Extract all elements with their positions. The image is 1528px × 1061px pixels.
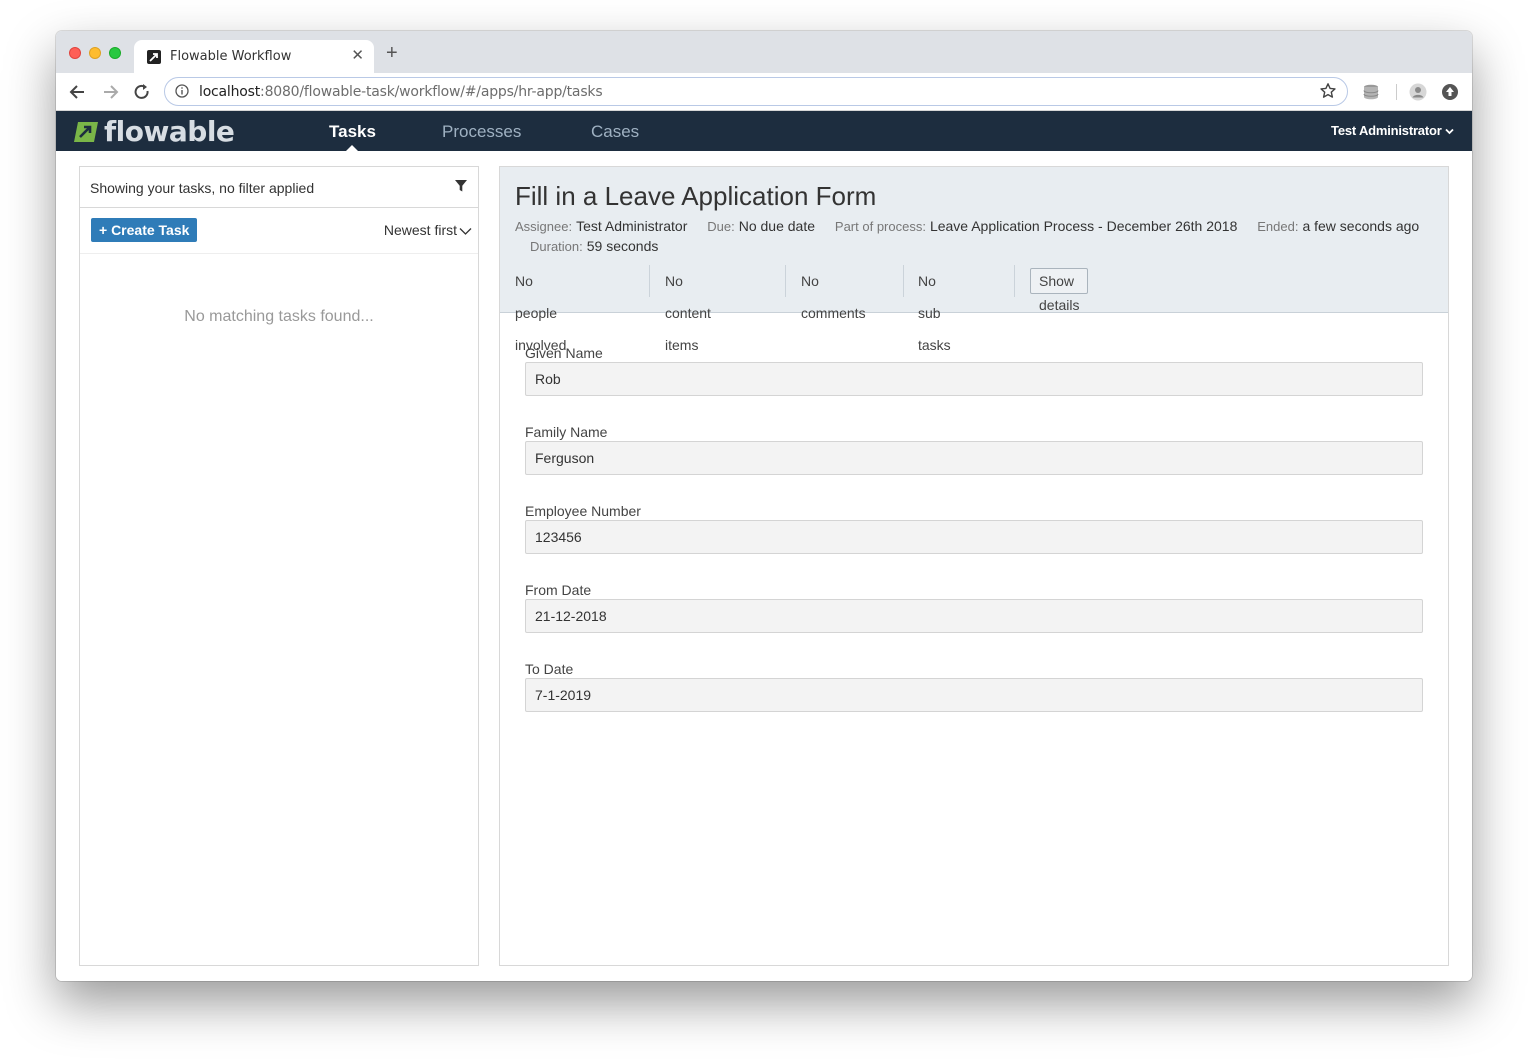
- flowable-favicon-icon: [147, 50, 161, 64]
- forward-arrow-icon[interactable]: [100, 82, 120, 102]
- chevron-down-icon: [1445, 128, 1454, 135]
- url-path: :8080/flowable-task/workflow/#/apps/hr-a…: [260, 84, 603, 100]
- address-bar[interactable]: localhost:8080/flowable-task/workflow/#/…: [164, 77, 1348, 106]
- process-label: Part of process:: [834, 219, 926, 234]
- url-text: localhost:8080/flowable-task/workflow/#/…: [199, 84, 603, 100]
- ended-label: Ended:: [1257, 219, 1299, 234]
- user-menu[interactable]: Test Administrator: [1331, 123, 1454, 138]
- task-list-toolbar: + Create Task Newest first: [80, 208, 478, 254]
- user-name: Test Administrator: [1331, 123, 1442, 138]
- task-detail-panel: Fill in a Leave Application Form Assigne…: [499, 166, 1449, 966]
- due-value: No due date: [738, 218, 816, 234]
- new-tab-icon[interactable]: +: [386, 43, 398, 63]
- duration-label: Duration:: [530, 239, 583, 254]
- from-date-input[interactable]: 21-12-2018: [525, 599, 1423, 633]
- browser-toolbar: localhost:8080/flowable-task/workflow/#/…: [56, 73, 1472, 111]
- form-field-given-name: Given Name Rob: [525, 345, 1423, 424]
- section-divider: [903, 265, 904, 297]
- task-header: Fill in a Leave Application Form Assigne…: [500, 167, 1448, 353]
- info-icon[interactable]: [175, 84, 189, 98]
- empty-task-list-message: No matching tasks found...: [184, 308, 374, 325]
- people-involved-link[interactable]: No people involved: [515, 265, 566, 353]
- filter-bar[interactable]: Showing your tasks, no filter applied: [80, 167, 478, 208]
- update-menu-icon[interactable]: [1441, 83, 1459, 101]
- nav-tasks[interactable]: Tasks: [329, 122, 376, 142]
- section-divider: [649, 265, 650, 297]
- show-details-button[interactable]: Show details: [1030, 268, 1089, 313]
- to-date-input[interactable]: 7-1-2019: [525, 678, 1423, 712]
- given-name-label: Given Name: [525, 345, 603, 361]
- back-arrow-icon[interactable]: [68, 82, 88, 102]
- app-navbar: flowable Tasks Processes Cases Test Admi…: [56, 111, 1472, 151]
- to-date-label: To Date: [525, 661, 574, 677]
- logo-text: flowable: [104, 115, 235, 148]
- toolbar-divider: [1396, 84, 1397, 100]
- section-divider: [785, 265, 786, 297]
- sort-label: Newest first: [383, 222, 457, 238]
- task-title: Fill in a Leave Application Form: [515, 181, 877, 211]
- filter-summary: Showing your tasks, no filter applied: [90, 180, 315, 196]
- profile-avatar-icon[interactable]: [1409, 83, 1427, 101]
- duration-value: 59 seconds: [586, 238, 659, 254]
- tab-close-icon[interactable]: ✕: [351, 46, 364, 64]
- sort-dropdown[interactable]: Newest first: [384, 222, 472, 238]
- given-name-input[interactable]: Rob: [525, 362, 1423, 396]
- comments-link[interactable]: No comments: [801, 265, 866, 321]
- tab-strip: Flowable Workflow ✕ +: [56, 31, 1472, 73]
- task-form: Given Name Rob Family Name Ferguson Empl…: [525, 345, 1423, 740]
- sub-tasks-link[interactable]: No sub tasks: [918, 265, 951, 353]
- flowable-logo-icon: [74, 122, 98, 142]
- form-field-to-date: To Date 7-1-2019: [525, 661, 1423, 740]
- nav-processes[interactable]: Processes: [442, 122, 521, 142]
- assignee-value[interactable]: Test Administrator: [576, 218, 687, 234]
- task-list-panel: Showing your tasks, no filter applied + …: [79, 166, 479, 966]
- nav-cases[interactable]: Cases: [591, 122, 639, 142]
- chevron-down-icon: [459, 227, 472, 235]
- url-host: localhost: [199, 84, 261, 100]
- bookmark-star-icon[interactable]: [1319, 82, 1337, 100]
- content-items-link[interactable]: No content items: [665, 265, 711, 353]
- section-divider: [1014, 265, 1015, 297]
- reload-icon[interactable]: [132, 82, 152, 102]
- from-date-label: From Date: [525, 582, 592, 598]
- family-name-label: Family Name: [525, 424, 608, 440]
- task-meta-row: Assignee: Test Administrator Due: No due d…: [515, 218, 1419, 234]
- employee-number-input[interactable]: 123456: [525, 520, 1423, 554]
- maximize-window-button[interactable]: [109, 47, 121, 59]
- form-field-employee-number: Employee Number 123456: [525, 503, 1423, 582]
- browser-tab[interactable]: Flowable Workflow ✕: [134, 40, 374, 73]
- tab-title: Flowable Workflow: [170, 49, 292, 64]
- filter-icon[interactable]: [454, 179, 468, 193]
- family-name-input[interactable]: Ferguson: [525, 441, 1423, 475]
- task-duration-row: Duration: 59 seconds: [530, 238, 658, 254]
- process-value[interactable]: Leave Application Process - December 26t…: [930, 218, 1237, 234]
- main-content: Showing your tasks, no filter applied + …: [56, 151, 1472, 981]
- form-field-from-date: From Date 21-12-2018: [525, 582, 1423, 661]
- database-extension-icon[interactable]: [1362, 83, 1380, 101]
- minimize-window-button[interactable]: [89, 47, 101, 59]
- browser-window: Flowable Workflow ✕ + localhost:8080/flo…: [56, 31, 1472, 981]
- create-task-button[interactable]: + Create Task: [91, 218, 198, 242]
- ended-value: a few seconds ago: [1302, 218, 1420, 234]
- form-field-family-name: Family Name Ferguson: [525, 424, 1423, 503]
- close-window-button[interactable]: [69, 47, 81, 59]
- assignee-label: Assignee:: [515, 219, 573, 234]
- due-label: Due:: [707, 219, 735, 234]
- employee-number-label: Employee Number: [525, 503, 641, 519]
